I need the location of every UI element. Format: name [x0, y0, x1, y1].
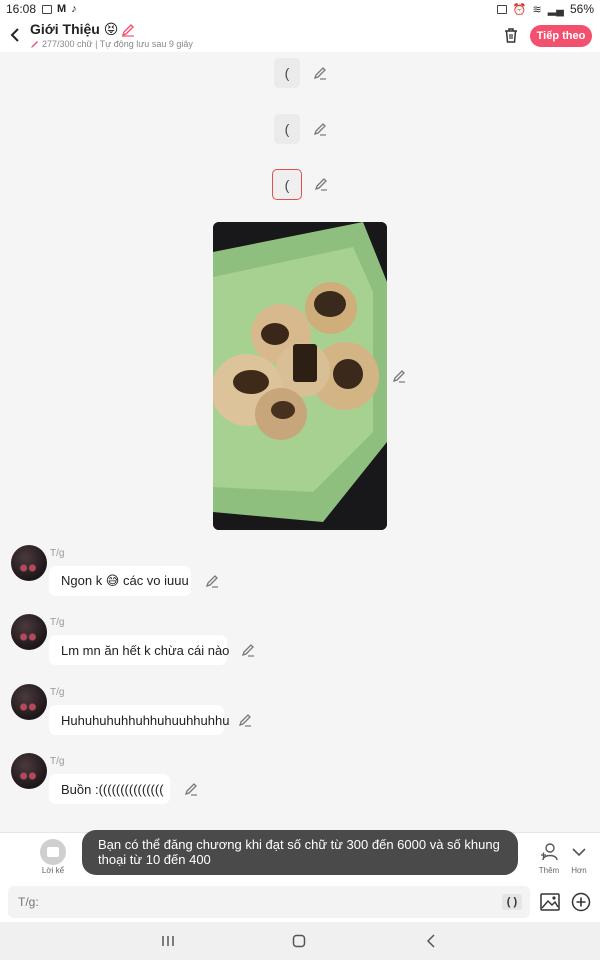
avatar[interactable]: [11, 753, 47, 789]
gallery-notification-icon: [42, 4, 53, 14]
edit-icon[interactable]: [392, 369, 406, 383]
chevron-left-icon: [10, 28, 19, 42]
avatar[interactable]: [11, 614, 47, 650]
speaker-name: T/g: [50, 617, 65, 628]
speaker-name: T/g: [50, 548, 65, 559]
home-icon[interactable]: [290, 932, 308, 950]
edit-icon[interactable]: [184, 782, 198, 796]
narration-label: Lời kể: [41, 866, 65, 875]
alarm-icon: ⏰: [512, 3, 527, 16]
edit-title-icon[interactable]: [121, 23, 135, 37]
more-label: Hơn: [571, 866, 587, 875]
symbol-chip-selected[interactable]: (: [272, 169, 302, 200]
edit-icon[interactable]: [238, 713, 252, 727]
tiktok-icon: ♪: [71, 3, 77, 15]
dialogue-bubble[interactable]: Huhuhuhuhhuhhuhuuhhuhhu: [49, 705, 229, 735]
dialogue-bubble[interactable]: Buồn :(((((((((((((((: [49, 774, 170, 804]
edit-icon[interactable]: [314, 177, 328, 191]
chevron-down-icon: [572, 848, 586, 857]
edit-icon[interactable]: [313, 66, 327, 80]
add-more-label: Thêm: [538, 866, 560, 875]
battery-level: 56%: [569, 2, 594, 16]
toast-message: Bạn có thể đăng chương khi đạt số chữ từ…: [82, 830, 518, 875]
status-time: 16:08: [6, 2, 37, 16]
signal-icon: ▂▄: [547, 3, 564, 16]
status-bar: 16:08 M ♪ ⏰ ≋ ▂▄ 56%: [0, 0, 600, 18]
back-nav-icon[interactable]: [422, 932, 440, 950]
input-bar: ( ): [0, 882, 600, 922]
parenthesis-button[interactable]: ( ): [502, 894, 522, 910]
cookie-photo-drawing: [213, 222, 387, 530]
gmail-icon: M: [57, 3, 67, 15]
system-nav-bar: [0, 922, 600, 960]
recent-apps-icon[interactable]: [159, 932, 177, 950]
lock-icon: [496, 4, 507, 14]
pencil-icon: [31, 40, 38, 48]
wifi-icon: ≋: [532, 3, 542, 16]
symbol-chip[interactable]: (: [274, 58, 300, 88]
more-tool[interactable]: Hơn: [563, 838, 595, 875]
chapter-title[interactable]: Giới Thiệu 😝: [30, 21, 118, 38]
narration-icon: [40, 839, 66, 865]
dialogue-input[interactable]: [8, 886, 530, 918]
trash-icon[interactable]: [502, 26, 520, 44]
edit-icon[interactable]: [313, 122, 327, 136]
dialogue-bubble[interactable]: Ngon k 😅 các vo iuuu: [49, 566, 191, 596]
editor-header: Giới Thiệu 😝 277/300 chữ | Tự động lưu s…: [0, 18, 600, 52]
add-icon[interactable]: [571, 892, 591, 912]
image-icon[interactable]: [540, 893, 560, 911]
edit-icon[interactable]: [205, 574, 219, 588]
back-button[interactable]: [0, 18, 30, 52]
next-button[interactable]: Tiếp theo: [530, 25, 592, 47]
edit-icon[interactable]: [241, 643, 255, 657]
speaker-name: T/g: [50, 687, 65, 698]
dialogue-bubble[interactable]: Lm mn ăn hết k chừa cái nào: [49, 635, 229, 665]
narration-tool[interactable]: Lời kể: [36, 838, 70, 875]
story-editor-content[interactable]: ( ( ( T/g Ngon k 😅 các vo iuuu T/g Lm mn…: [0, 52, 600, 832]
add-character-tool[interactable]: Thêm: [532, 838, 566, 875]
symbol-chip[interactable]: (: [274, 114, 300, 144]
avatar[interactable]: [11, 545, 47, 581]
avatar[interactable]: [11, 684, 47, 720]
add-person-icon: [541, 843, 558, 861]
word-count-autosave: 277/300 chữ | Tự động lưu sau 9 giây: [42, 39, 193, 49]
cookie-photo[interactable]: [213, 222, 387, 530]
speaker-name: T/g: [50, 756, 65, 767]
